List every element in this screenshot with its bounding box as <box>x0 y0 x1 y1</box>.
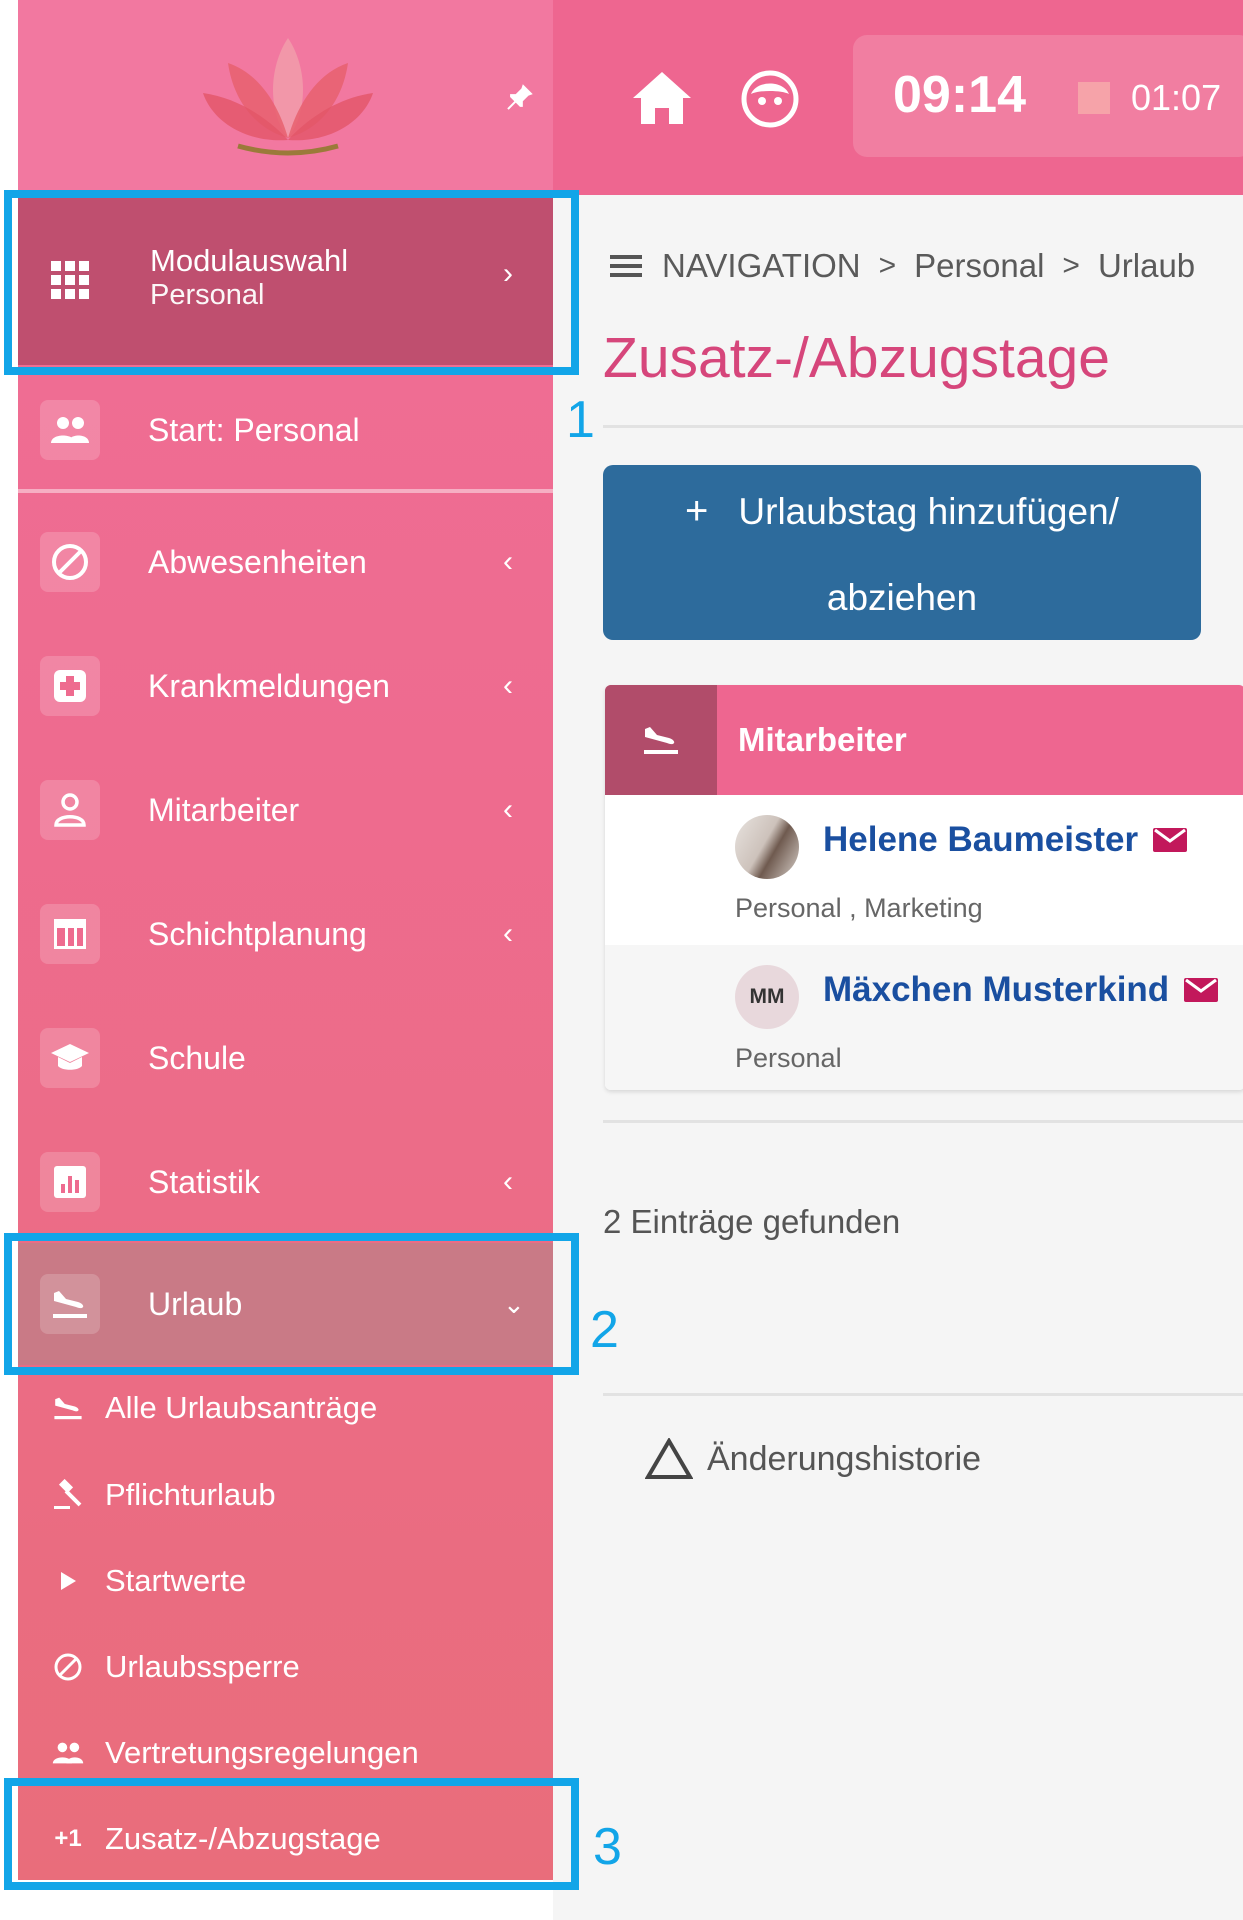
block-icon <box>48 1647 88 1687</box>
annotation-number-3: 3 <box>593 1818 622 1876</box>
stop-icon[interactable] <box>1078 82 1110 114</box>
sidebar-item-label: Mitarbeiter <box>148 791 300 828</box>
card-header: Mitarbeiter <box>605 685 1243 795</box>
employee-name-link[interactable]: Mäxchen Musterkind <box>823 970 1169 1010</box>
lotus-logo <box>203 38 373 156</box>
sidebar-item-label: Schule <box>148 1039 246 1076</box>
breadcrumb-navigation[interactable]: NAVIGATION <box>662 247 861 285</box>
people-icon <box>48 1733 88 1773</box>
elapsed-time: 01:07 <box>1131 77 1222 118</box>
current-time: 09:14 <box>893 66 1026 124</box>
chevron-left-icon: ‹ <box>503 793 513 826</box>
graduation-cap-icon <box>40 1028 100 1088</box>
sidebar-item-statistik[interactable]: Statistik ‹ <box>18 1127 553 1237</box>
breadcrumb-personal[interactable]: Personal <box>914 247 1044 285</box>
sidebar-item-label: Krankmeldungen <box>148 667 390 704</box>
hamburger-menu-icon[interactable] <box>608 251 644 281</box>
sidebar-item-abwesenheiten[interactable]: Abwesenheiten ‹ <box>18 507 553 617</box>
plus-icon: + <box>685 489 709 533</box>
list-item: Helene Baumeister Personal , Marketing <box>605 795 1243 945</box>
airplane-landing-icon <box>48 1388 88 1428</box>
employee-departments: Personal , Marketing <box>735 893 983 923</box>
highlight-box-2 <box>4 1233 579 1375</box>
chevron-left-icon: ‹ <box>503 669 513 702</box>
play-icon <box>48 1561 88 1601</box>
airplane-landing-icon <box>605 685 717 795</box>
divider <box>603 425 1243 428</box>
block-icon <box>40 532 100 592</box>
avatar: MM <box>735 965 799 1029</box>
sidebar-item-schule[interactable]: Schule <box>18 1003 553 1113</box>
sidebar-item-krankmeldungen[interactable]: Krankmeldungen ‹ <box>18 631 553 741</box>
sidebar-item-label: Abwesenheiten <box>148 543 367 580</box>
chevron-left-icon: ‹ <box>503 917 513 950</box>
sidebar-subitem-label: Startwerte <box>105 1563 247 1598</box>
top-bar: 09:14 01:07 <box>553 0 1243 195</box>
add-button-label-line2: abziehen <box>826 577 978 618</box>
results-count: 2 Einträge gefunden <box>603 1203 901 1240</box>
bar-chart-icon <box>40 1152 100 1212</box>
chevron-left-icon: ‹ <box>503 1165 513 1198</box>
sidebar-subitem-pflichturlaub[interactable]: Pflichturlaub <box>18 1455 553 1535</box>
gavel-icon <box>48 1475 88 1515</box>
breadcrumb: NAVIGATION > Personal > Urlaub <box>608 247 1195 285</box>
chevron-right-icon: > <box>1062 249 1080 282</box>
breadcrumb-urlaub[interactable]: Urlaub <box>1098 247 1195 285</box>
sidebar-item-label: Schichtplanung <box>148 915 367 952</box>
sidebar-item-start-personal[interactable]: Start: Personal <box>18 375 553 485</box>
time-tracker[interactable]: 09:14 01:07 <box>853 35 1243 157</box>
sidebar-header <box>18 0 553 195</box>
home-icon[interactable] <box>631 68 693 128</box>
person-icon <box>40 780 100 840</box>
divider <box>603 1393 1243 1396</box>
main-content: NAVIGATION > Personal > Urlaub Zusatz-/A… <box>553 195 1243 1920</box>
list-item: MM Mäxchen Musterkind Personal <box>605 945 1243 1090</box>
sidebar-divider <box>18 489 553 493</box>
card-title: Mitarbeiter <box>738 721 907 758</box>
sidebar-item-label: Start: Personal <box>148 411 360 448</box>
sidebar-item-mitarbeiter[interactable]: Mitarbeiter ‹ <box>18 755 553 865</box>
chevron-left-icon: ‹ <box>503 545 513 578</box>
highlight-box-1 <box>4 190 579 375</box>
sidebar-subitem-alle-urlaubsantraege[interactable]: Alle Urlaubsanträge <box>18 1368 553 1448</box>
annotation-number-2: 2 <box>590 1301 619 1359</box>
sidebar-subitem-startwerte[interactable]: Startwerte <box>18 1541 553 1621</box>
employee-name-link[interactable]: Helene Baumeister <box>823 820 1138 860</box>
medical-cross-icon <box>40 656 100 716</box>
sidebar-item-schichtplanung[interactable]: Schichtplanung ‹ <box>18 879 553 989</box>
warning-triangle-icon <box>645 1438 693 1479</box>
user-face-icon[interactable] <box>741 70 799 128</box>
mail-icon[interactable] <box>1183 977 1219 1003</box>
table-icon <box>40 904 100 964</box>
chevron-right-icon: > <box>878 249 897 282</box>
page-title: Zusatz-/Abzugstage <box>603 326 1110 390</box>
people-icon <box>40 400 100 460</box>
change-history-label: Änderungshistorie <box>707 1439 982 1478</box>
sidebar-subitem-label: Urlaubssperre <box>105 1649 300 1684</box>
sidebar-item-label: Statistik <box>148 1163 261 1200</box>
add-urlaubstag-button[interactable]: + Urlaubstag hinzufügen/ abziehen <box>603 465 1201 640</box>
pin-icon[interactable] <box>503 80 537 114</box>
sidebar-subitem-label: Pflichturlaub <box>105 1477 276 1512</box>
sidebar-subitem-label: Vertretungsregelungen <box>105 1735 419 1770</box>
sidebar-subitem-label: Alle Urlaubsanträge <box>105 1390 378 1425</box>
annotation-number-1: 1 <box>566 391 595 449</box>
employee-departments: Personal <box>735 1043 842 1073</box>
mail-icon[interactable] <box>1152 827 1188 853</box>
divider <box>603 1120 1243 1123</box>
avatar <box>735 815 799 879</box>
change-history-toggle[interactable]: Änderungshistorie <box>645 1438 981 1480</box>
highlight-box-3 <box>4 1778 579 1890</box>
sidebar-subitem-urlaubssperre[interactable]: Urlaubssperre <box>18 1627 553 1707</box>
add-button-label-line1: Urlaubstag hinzufügen/ <box>738 491 1119 532</box>
employee-card: Mitarbeiter Helene Baumeister Personal ,… <box>605 685 1243 1090</box>
